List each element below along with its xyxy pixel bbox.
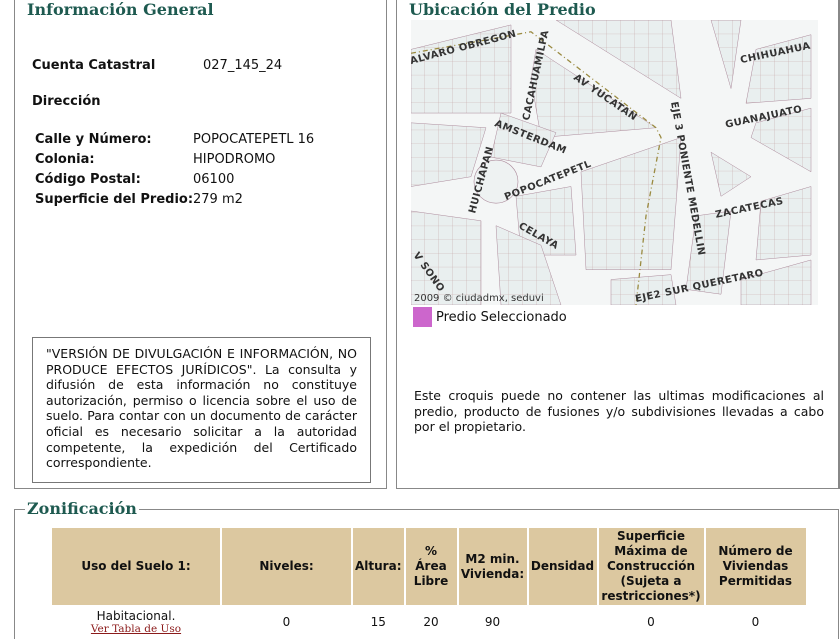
ubicacion-panel: Ubicación del Predio ALVARO OBREGON CACA…	[396, 0, 840, 489]
col-niveles: Niveles:	[222, 528, 351, 605]
superficie-label: Superficie del Predio:	[35, 192, 194, 207]
uso-value: Habitacional.	[96, 609, 176, 623]
cell-m2-min: 90	[484, 615, 501, 629]
legend-label: Predio Seleccionado	[436, 309, 567, 325]
col-area-libre: % Área Libre	[405, 528, 457, 605]
calle-value: POPOCATEPETL 16	[193, 132, 315, 147]
cell-superficie: 0	[647, 615, 655, 629]
disclaimer-box: "VERSIÓN DE DIVULGACIÓN E INFORMACIÓN, N…	[32, 337, 371, 483]
legend-swatch	[413, 307, 432, 327]
map-note: Este croquis puede no contener las ultim…	[414, 388, 824, 434]
table-header-row: Uso del Suelo 1: Niveles: Altura: % Área…	[52, 528, 806, 605]
col-superficie: Superficie Máxima de Construcción (Sujet…	[598, 528, 704, 605]
zonificacion-section: Zonificación Uso del Suelo 1: Niveles: A…	[14, 499, 839, 639]
ver-tabla-link[interactable]: Ver Tabla de Uso	[52, 623, 220, 635]
cell-uso: Habitacional. Ver Tabla de Uso	[52, 607, 220, 637]
cp-value: 06100	[193, 172, 235, 187]
cuenta-value: 027_145_24	[203, 58, 283, 73]
direccion-label: Dirección	[32, 94, 101, 109]
colonia-label: Colonia:	[35, 152, 95, 167]
zonificacion-table: Uso del Suelo 1: Niveles: Altura: % Área…	[50, 526, 808, 639]
section-title: Zonificación	[25, 499, 139, 518]
colonia-value: HIPODROMO	[193, 152, 276, 167]
cell-area-libre: 20	[423, 615, 439, 629]
calle-label: Calle y Número:	[35, 132, 152, 147]
cell-niveles: 0	[282, 615, 291, 629]
col-m2-min: M2 min. Vivienda:	[458, 528, 527, 605]
cell-altura: 15	[370, 615, 386, 629]
location-map[interactable]: ALVARO OBREGON CACAHUAMILPA AV YUCATAN C…	[411, 20, 818, 305]
col-densidad: Densidad	[528, 528, 597, 605]
cuenta-label: Cuenta Catastral	[32, 58, 156, 73]
table-row: Habitacional. Ver Tabla de Uso 0 15 20 90…	[52, 607, 806, 637]
cell-densidad	[529, 607, 597, 637]
col-altura: Altura:	[353, 528, 404, 605]
panel-title: Ubicación del Predio	[407, 0, 598, 19]
informacion-general-panel: Información General Cuenta Catastral 027…	[14, 0, 387, 489]
map-copyright: 2009 © ciudadmx, seduvi	[414, 293, 544, 304]
cell-viviendas: 0	[751, 615, 760, 629]
cp-label: Código Postal:	[35, 172, 141, 187]
panel-title: Información General	[25, 0, 216, 19]
col-viviendas: Número de Viviendas Permitidas	[705, 528, 806, 605]
map-legend: Predio Seleccionado	[413, 307, 567, 327]
superficie-value: 279 m2	[193, 192, 243, 207]
col-uso: Uso del Suelo 1:	[52, 528, 220, 605]
